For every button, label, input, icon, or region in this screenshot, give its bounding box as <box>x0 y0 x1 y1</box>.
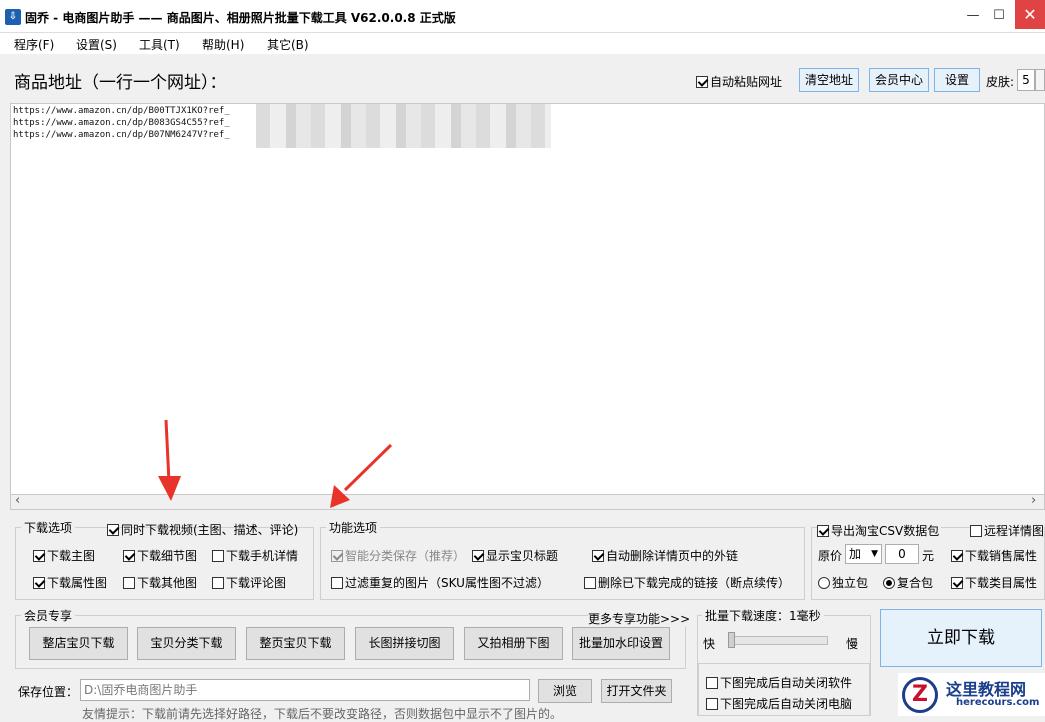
red-arrow-icon <box>330 443 393 508</box>
red-arrow-icon <box>158 419 181 501</box>
annotation-arrows <box>158 419 393 508</box>
